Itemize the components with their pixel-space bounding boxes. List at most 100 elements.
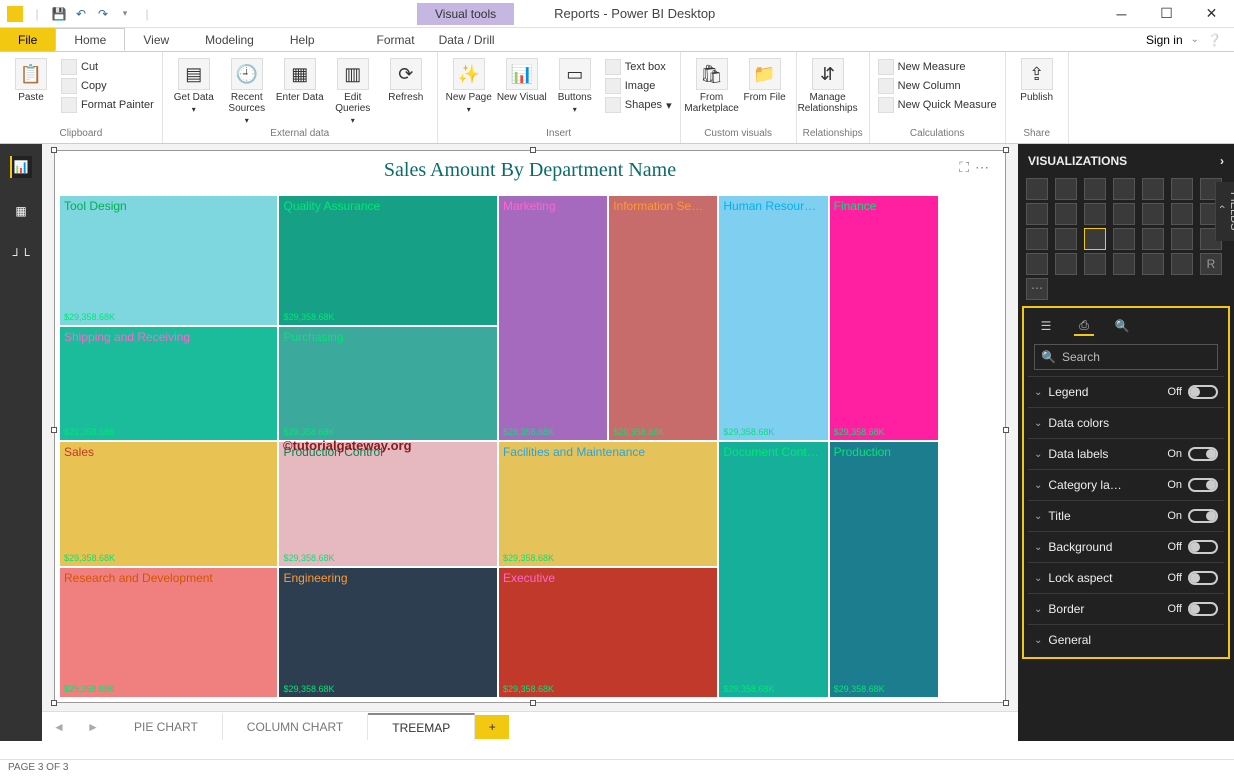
toggle-switch[interactable] xyxy=(1188,478,1218,492)
viz-slicer-icon[interactable] xyxy=(1113,253,1135,275)
prop-legend[interactable]: ⌄Legend Off xyxy=(1028,376,1224,407)
visual-selection[interactable]: ⛶ ⋯ Sales Amount By Department Name Tool… xyxy=(54,150,1006,703)
treemap-cell[interactable]: Quality Assurance$29,358.68K xyxy=(278,195,497,326)
treemap-cell[interactable]: Shipping and Receiving$29,358.68K xyxy=(59,326,278,442)
prop-data-labels[interactable]: ⌄Data labels On xyxy=(1028,438,1224,469)
toggle-switch[interactable] xyxy=(1188,385,1218,399)
viz-area-icon[interactable] xyxy=(1026,203,1048,225)
tab-modeling[interactable]: Modeling xyxy=(187,28,272,51)
maximize-button[interactable]: ☐ xyxy=(1144,0,1189,28)
tab-format[interactable]: Format xyxy=(365,28,427,51)
tab-help[interactable]: Help xyxy=(272,28,333,51)
new-column-button[interactable]: New Column xyxy=(876,77,999,95)
prop-data-colors[interactable]: ⌄Data colors xyxy=(1028,407,1224,438)
file-tab[interactable]: File xyxy=(0,28,55,51)
add-page-button[interactable]: + xyxy=(475,715,509,739)
copy-button[interactable]: Copy xyxy=(59,77,156,95)
tabs-prev-icon[interactable]: ◄ xyxy=(42,720,76,734)
shapes-button[interactable]: Shapes ▾ xyxy=(603,96,674,114)
resize-handle-icon[interactable] xyxy=(1003,147,1009,153)
prop-title[interactable]: ⌄Title On xyxy=(1028,500,1224,531)
treemap-cell[interactable]: Tool Design$29,358.68K xyxy=(59,195,278,326)
tab-home[interactable]: Home xyxy=(55,28,125,51)
treemap-cell[interactable]: Engineering$29,358.68K xyxy=(278,567,497,698)
viz-ribbon-icon[interactable] xyxy=(1142,203,1164,225)
tabs-next-icon[interactable]: ► xyxy=(76,720,110,734)
chevron-down-icon[interactable]: ⌄ xyxy=(1191,34,1199,45)
format-painter-button[interactable]: Format Painter xyxy=(59,96,156,114)
format-roller-icon[interactable]: ⎙ xyxy=(1074,316,1094,336)
redo-icon[interactable]: ↷ xyxy=(93,4,113,24)
buttons-button[interactable]: ▭Buttons▾ xyxy=(550,58,600,114)
resize-handle-icon[interactable] xyxy=(1003,427,1009,433)
qat-dropdown-icon[interactable]: ▾ xyxy=(115,4,135,24)
prop-border[interactable]: ⌄Border Off xyxy=(1028,593,1224,624)
resize-handle-icon[interactable] xyxy=(51,427,57,433)
save-icon[interactable]: 💾 xyxy=(49,4,69,24)
data-view-icon[interactable]: ▦ xyxy=(10,200,32,222)
enter-data-button[interactable]: ▦Enter Data xyxy=(275,58,325,103)
fields-well-icon[interactable]: ☰ xyxy=(1036,316,1056,336)
toggle-switch[interactable] xyxy=(1188,447,1218,461)
resize-handle-icon[interactable] xyxy=(51,700,57,706)
new-quick-measure-button[interactable]: New Quick Measure xyxy=(876,96,999,114)
viz-100-column-icon[interactable] xyxy=(1171,178,1193,200)
viz-r-icon[interactable]: R xyxy=(1200,253,1222,275)
viz-multi-card-icon[interactable] xyxy=(1055,253,1077,275)
treemap-cell[interactable]: Sales$29,358.68K xyxy=(59,441,278,567)
prop-background[interactable]: ⌄Background Off xyxy=(1028,531,1224,562)
format-search-input[interactable]: 🔍 Search xyxy=(1034,344,1218,370)
cut-button[interactable]: Cut xyxy=(59,58,156,76)
resize-handle-icon[interactable] xyxy=(530,700,536,706)
viz-matrix-icon[interactable] xyxy=(1171,253,1193,275)
page-tab-treemap[interactable]: TREEMAP xyxy=(368,713,475,741)
treemap-chart[interactable]: Tool Design$29,358.68KQuality Assurance$… xyxy=(59,195,993,698)
new-visual-button[interactable]: 📊New Visual xyxy=(497,58,547,103)
new-page-button[interactable]: ✨New Page▾ xyxy=(444,58,494,114)
viz-funnel-icon[interactable] xyxy=(1171,228,1193,250)
viz-stacked-area-icon[interactable] xyxy=(1055,203,1077,225)
viz-clustered-bar-icon[interactable] xyxy=(1084,178,1106,200)
from-marketplace-button[interactable]: 🛍From Marketplace xyxy=(687,58,737,114)
more-options-icon[interactable]: ⋯ xyxy=(975,159,989,176)
viz-donut-icon[interactable] xyxy=(1055,228,1077,250)
focus-mode-icon[interactable]: ⛶ xyxy=(959,159,969,176)
viz-stacked-column-icon[interactable] xyxy=(1055,178,1077,200)
analytics-icon[interactable]: 🔍 xyxy=(1112,316,1132,336)
viz-kpi-icon[interactable] xyxy=(1084,253,1106,275)
tab-data-drill[interactable]: Data / Drill xyxy=(427,28,507,51)
report-view-icon[interactable]: 📊 xyxy=(10,156,32,178)
treemap-cell[interactable]: Research and Development$29,358.68K xyxy=(59,567,278,698)
chevron-right-icon[interactable]: › xyxy=(1220,154,1224,168)
viz-line-column-icon[interactable] xyxy=(1084,203,1106,225)
tab-view[interactable]: View xyxy=(125,28,187,51)
get-data-button[interactable]: ▤Get Data▾ xyxy=(169,58,219,114)
treemap-cell[interactable]: Document Cont…$29,358.68K xyxy=(718,441,828,698)
viz-map-icon[interactable] xyxy=(1113,228,1135,250)
resize-handle-icon[interactable] xyxy=(1003,700,1009,706)
visualizations-header[interactable]: VISUALIZATIONS › xyxy=(1018,144,1234,178)
report-canvas[interactable]: ⛶ ⋯ Sales Amount By Department Name Tool… xyxy=(42,144,1018,741)
treemap-cell[interactable]: Information Se…$29,358.68K xyxy=(608,195,718,441)
treemap-cell[interactable]: Human Resour…$29,358.68K xyxy=(718,195,828,441)
viz-treemap-icon[interactable] xyxy=(1084,228,1106,250)
publish-button[interactable]: ⇪Publish xyxy=(1012,58,1062,103)
signin-link[interactable]: Sign in xyxy=(1146,33,1183,47)
viz-more-icon[interactable]: ⋯ xyxy=(1026,278,1048,300)
model-view-icon[interactable]: ┘└ xyxy=(10,244,32,266)
prop-general[interactable]: ⌄General xyxy=(1028,624,1224,655)
help-icon[interactable]: ❔ xyxy=(1207,33,1222,47)
resize-handle-icon[interactable] xyxy=(530,147,536,153)
new-measure-button[interactable]: New Measure xyxy=(876,58,999,76)
treemap-cell[interactable]: Production Control$29,358.68K xyxy=(278,441,497,567)
viz-table-icon[interactable] xyxy=(1142,253,1164,275)
treemap-cell[interactable]: Executive$29,358.68K xyxy=(498,567,718,698)
toggle-switch[interactable] xyxy=(1188,602,1218,616)
edit-queries-button[interactable]: ▥Edit Queries▾ xyxy=(328,58,378,125)
page-tab-pie[interactable]: PIE CHART xyxy=(110,714,223,740)
prop-lock-aspect[interactable]: ⌄Lock aspect Off xyxy=(1028,562,1224,593)
viz-clustered-column-icon[interactable] xyxy=(1113,178,1135,200)
toggle-switch[interactable] xyxy=(1188,571,1218,585)
page-tab-column[interactable]: COLUMN CHART xyxy=(223,714,368,740)
viz-card-icon[interactable] xyxy=(1026,253,1048,275)
